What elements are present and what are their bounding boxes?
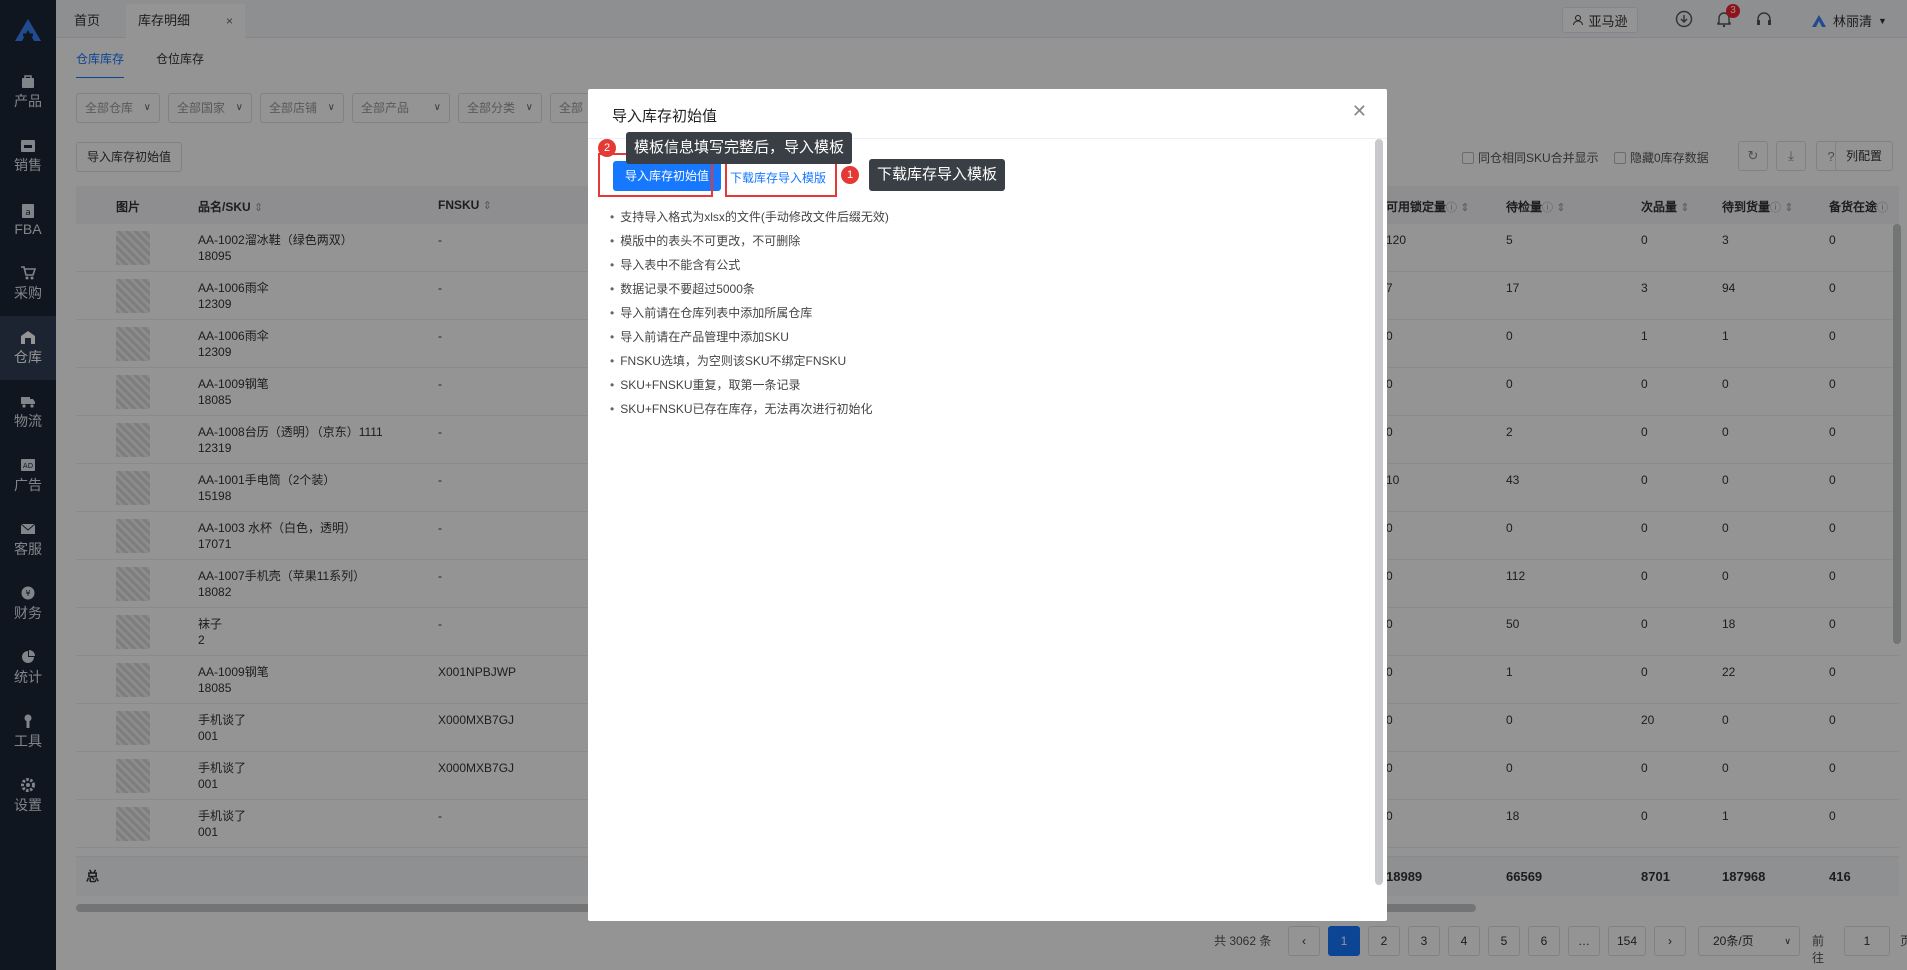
- rule-item: 导入表中不能含有公式: [610, 253, 889, 277]
- import-rules-list: 支持导入格式为xlsx的文件(手动修改文件后缀无效) 模版中的表头不可更改，不可…: [610, 205, 889, 421]
- step-2-tooltip: 模板信息填写完整后，导入模板: [626, 132, 853, 164]
- step-2-marker: 2: [598, 139, 616, 157]
- rule-item: 导入前请在仓库列表中添加所属仓库: [610, 301, 889, 325]
- close-icon[interactable]: ✕: [1352, 101, 1367, 122]
- rule-item: SKU+FNSKU重复，取第一条记录: [610, 373, 889, 397]
- highlight-download-link: [725, 159, 837, 197]
- import-initial-stock-dialog: 导入库存初始值 ✕ 导入库存初始值 下载库存导入模版 2 模板信息填写完整后，导…: [588, 89, 1387, 921]
- step-1-marker: 1: [841, 166, 859, 184]
- rule-item: 模版中的表头不可更改，不可删除: [610, 229, 889, 253]
- dialog-title: 导入库存初始值: [612, 108, 718, 125]
- dialog-scrollbar[interactable]: [1375, 139, 1383, 885]
- rule-item: 支持导入格式为xlsx的文件(手动修改文件后缀无效): [610, 205, 889, 229]
- rule-item: 数据记录不要超过5000条: [610, 277, 889, 301]
- rule-item: 导入前请在产品管理中添加SKU: [610, 325, 889, 349]
- step-1-tooltip: 下载库存导入模板: [869, 159, 1006, 191]
- rule-item: FNSKU选填，为空则该SKU不绑定FNSKU: [610, 349, 889, 373]
- rule-item: SKU+FNSKU已存在库存，无法再次进行初始化: [610, 397, 889, 421]
